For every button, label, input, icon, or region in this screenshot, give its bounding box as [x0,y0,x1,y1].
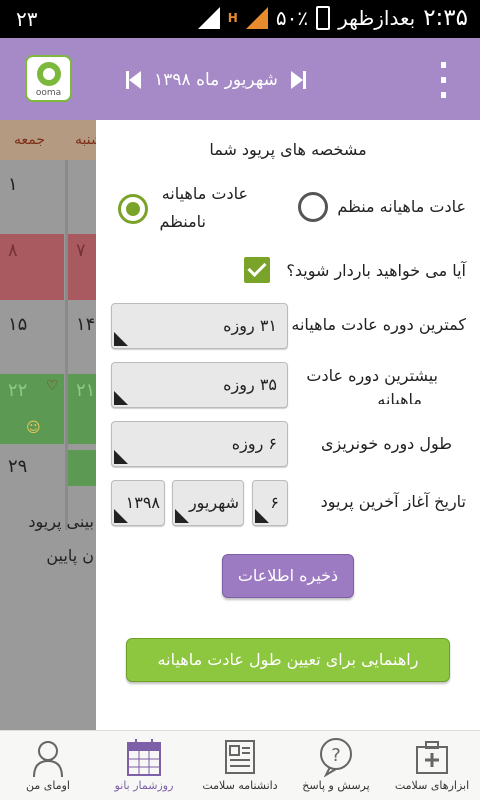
last-period-month: شهریور [188,493,239,512]
nav-label: روزشمار بانو [114,779,174,792]
newspaper-icon [225,740,255,774]
time-period: بعدازظهر [338,6,416,30]
min-cycle-spinner[interactable]: ۳۱ روزه [111,303,288,349]
smiley-icon: ☺ [26,420,41,436]
bleeding-length-label: طول دوره خونریزی [321,434,452,453]
overflow-menu-icon[interactable] [438,62,448,98]
status-bar: ۲۳ H ۵۰٪ بعدازظهر ۲:۳۵ [0,0,480,38]
last-period-year: ۱۳۹۸ [125,493,160,512]
medical-kit-icon [416,741,448,774]
radio-regular[interactable] [298,192,328,222]
radio-irregular[interactable] [118,194,148,224]
dialog-title: مشخصه های پریود شما [209,140,367,159]
person-icon [33,741,63,777]
radio-irregular-label[interactable]: عادت ماهیانه [162,180,248,208]
next-month-icon[interactable] [290,71,306,89]
nav-item-calendar[interactable]: روزشمار بانو [96,731,192,800]
battery-percent: ۵۰٪ [275,6,309,30]
legend-text: بینی پریود [28,512,94,531]
logo-text: ooma [35,88,62,98]
signal-strength-icon [245,7,268,29]
last-period-label: تاریخ آغاز آخرین پریود [320,492,466,511]
calendar-cell[interactable]: ۲۹ [0,450,64,510]
nav-label: ابزارهای سلامت [394,779,470,792]
nav-item-health-tools[interactable]: ابزارهای سلامت [384,731,480,800]
calendar-cell-period[interactable]: ۸ [0,234,64,300]
heart-icon: ♡ [46,378,59,394]
weekday-friday: جمعه [14,132,46,148]
pregnancy-question: آیا می خواهید باردار شوید؟ [286,261,466,280]
battery-icon [316,6,331,30]
status-right-group: H ۵۰٪ بعدازظهر ۲:۳۵ [197,5,468,31]
clock-time: ۲:۳۵ [423,5,468,31]
network-type-icon: H [227,11,238,25]
previous-month-icon[interactable] [126,71,142,89]
notification-count: ۲۳ [16,7,38,31]
radio-irregular-label-line2[interactable]: نامنظم [160,208,207,236]
min-cycle-value: ۳۱ روزه [223,316,277,335]
nav-item-my-ooma[interactable]: اومای من [0,731,96,800]
radio-regular-label[interactable]: عادت ماهیانه منظم [337,193,466,221]
app-header: ooma شهریور ماه ۱۳۹۸ [0,38,480,120]
nav-item-questions[interactable]: ? پرسش و پاسخ [288,731,384,800]
dropdown-corner-icon [114,391,128,405]
last-period-year-spinner[interactable]: ۱۳۹۸ [111,480,165,526]
max-cycle-spinner[interactable]: ۳۵ روزه [111,362,288,408]
last-period-day: ۶ [270,493,279,512]
calendar-cell[interactable]: ۱ [0,168,64,228]
pregnancy-checkbox[interactable] [244,257,270,283]
logo-swirl-icon [37,62,61,86]
month-title: شهریور ماه ۱۳۹۸ [154,70,278,90]
bleeding-length-spinner[interactable]: ۶ روزه [111,421,288,467]
max-cycle-label-line2: ماهیانه [377,390,422,404]
nav-label: پرسش و پاسخ [302,779,370,792]
last-period-day-spinner[interactable]: ۶ [252,480,288,526]
save-button[interactable]: ذخیره اطلاعات [222,554,354,598]
calendar-cell-fertile[interactable] [68,450,96,486]
period-settings-dialog: مشخصه های پریود شما عادت ماهیانه منظم عا… [96,120,480,730]
nav-label: اومای من [26,779,70,792]
calendar-cell[interactable]: ۱۵ [0,308,64,368]
calendar-cell[interactable]: ۱۴ [68,308,96,368]
bleeding-length-value: ۶ روزه [231,434,277,453]
dropdown-corner-icon [114,332,128,346]
calendar-cell-fertile[interactable]: ۲۱ [68,374,96,444]
dropdown-corner-icon [114,450,128,464]
dropdown-corner-icon [114,509,128,523]
dropdown-corner-icon [255,509,269,523]
svg-text:?: ? [331,745,341,766]
calendar-cell-period[interactable]: ۷ [68,234,96,300]
max-cycle-label: بیشترین دوره عادت [306,366,438,385]
signal-icon [197,7,220,29]
cycle-guide-button[interactable]: راهنمایی برای تعیین طول عادت ماهیانه [126,638,450,682]
dropdown-corner-icon [175,509,189,523]
legend-text: ن پایین [46,546,94,565]
question-bubble-icon: ? [320,738,352,777]
min-cycle-label: کمترین دوره عادت ماهیانه [291,315,466,334]
bottom-navigation: اومای من روزشمار بانو دانشنامه سلامت ? پ… [0,730,480,800]
max-cycle-value: ۳۵ روزه [223,375,277,394]
nav-item-health-encyclopedia[interactable]: دانشنامه سلامت [192,731,288,800]
nav-label: دانشنامه سلامت [202,779,278,792]
last-period-month-spinner[interactable]: شهریور [172,480,244,526]
month-navigator: شهریور ماه ۱۳۹۸ [126,66,306,94]
calendar-icon [127,739,161,776]
app-logo[interactable]: ooma [25,55,72,102]
